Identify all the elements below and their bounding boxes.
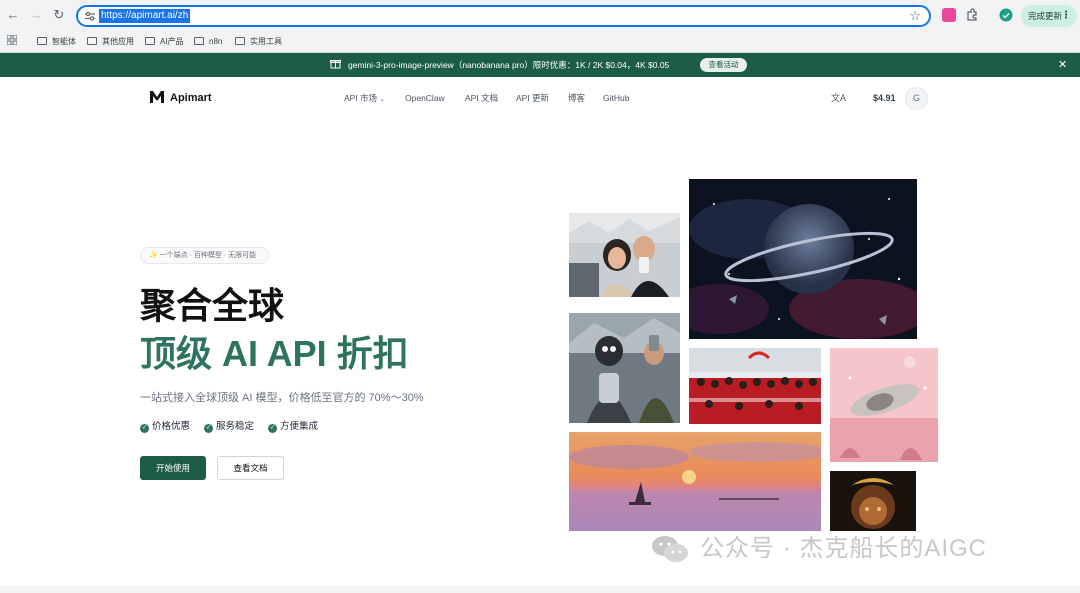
- gallery-image-monkey-king: [830, 471, 916, 531]
- hero-title-highlight: 顶级 AI API 折扣: [140, 333, 409, 374]
- update-button[interactable]: 完成更新 ⋮: [1021, 5, 1077, 27]
- apps-grid-icon[interactable]: [7, 35, 17, 45]
- gallery-image-planet: [689, 179, 917, 339]
- feature-stability: ✓ 服务稳定: [204, 421, 255, 433]
- feature-integration: ✓ 方便集成: [268, 421, 319, 433]
- check-circle-icon: ✓: [204, 424, 213, 433]
- chevron-down-icon: ⌄: [379, 97, 385, 103]
- bookmark-star-icon[interactable]: ☆: [909, 8, 921, 24]
- account-balance[interactable]: $4.91: [873, 92, 896, 104]
- feature-price: ✓ 价格优惠: [140, 421, 191, 433]
- bookmark-folder-tools[interactable]: 实用工具: [235, 35, 282, 49]
- nav-api-docs[interactable]: API 文档: [465, 92, 498, 104]
- view-docs-button[interactable]: 查看文档: [217, 456, 284, 480]
- logo-icon[interactable]: [149, 90, 165, 104]
- site-settings-icon[interactable]: [84, 10, 96, 22]
- translate-icon[interactable]: 文A: [831, 92, 846, 104]
- promo-banner: gemini-3-pro-image-preview（nanobanana pr…: [0, 53, 1080, 77]
- bookmarks-bar: 智能体 其他应用 AI产品 n8n 实用工具: [0, 31, 1080, 53]
- banner-text: gemini-3-pro-image-preview（nanobanana pr…: [348, 60, 670, 70]
- bookmark-folder-n8n[interactable]: n8n: [194, 35, 222, 49]
- folder-icon: [37, 36, 47, 45]
- address-bar[interactable]: https://apimart.ai/zh ☆: [76, 5, 931, 27]
- nav-github[interactable]: GitHub: [603, 92, 629, 104]
- nav-blog[interactable]: 博客: [568, 92, 585, 104]
- view-promo-button[interactable]: 查看活动: [700, 58, 747, 72]
- gift-icon: [330, 60, 341, 69]
- get-started-button[interactable]: 开始使用: [140, 456, 206, 480]
- folder-icon: [145, 36, 155, 45]
- extension-icon[interactable]: [942, 8, 956, 22]
- check-circle-icon: ✓: [268, 424, 277, 433]
- nav-openclaw[interactable]: OpenClaw: [405, 92, 445, 104]
- back-arrow-icon[interactable]: ←: [5, 7, 21, 23]
- logo-text[interactable]: Apimart: [170, 91, 212, 105]
- gallery-image-crowd: [689, 348, 821, 424]
- hero-title: 聚合全球: [140, 285, 285, 326]
- bookmark-folder-agents[interactable]: 智能体: [37, 35, 76, 49]
- gallery-image-sunset-painting: [569, 432, 821, 531]
- close-icon[interactable]: ✕: [1058, 58, 1067, 72]
- hero-subtitle: 一站式接入全球顶级 AI 模型，价格低至官方的 70%～30%: [140, 392, 424, 404]
- tagline-badge: ✨ 一个端点 · 百种模型 · 无限可能: [140, 247, 269, 264]
- folder-icon: [87, 36, 97, 45]
- gallery-image-robot: [569, 313, 680, 423]
- check-circle-icon: ✓: [140, 424, 149, 433]
- nav-api-market[interactable]: API 市场 ⌄: [344, 92, 384, 106]
- puzzle-extensions-icon[interactable]: [965, 8, 979, 22]
- update-label: 完成更新: [1028, 11, 1063, 21]
- profile-icon[interactable]: [999, 8, 1013, 22]
- gallery-image-spaceship: [830, 348, 938, 462]
- forward-arrow-icon[interactable]: →: [28, 7, 44, 23]
- wechat-icon: [652, 536, 688, 562]
- page-bottom-edge: [0, 586, 1080, 593]
- folder-icon: [194, 36, 204, 45]
- bookmark-folder-ai-products[interactable]: AI产品: [145, 35, 184, 49]
- gallery-image-selfie: [569, 213, 680, 297]
- menu-kebab-icon: ⋮: [1061, 10, 1071, 21]
- watermark-text: 公众号 · 杰克船长的AIGC: [700, 535, 988, 562]
- bookmark-folder-other-apps[interactable]: 其他应用: [87, 35, 134, 49]
- folder-icon: [235, 36, 245, 45]
- reload-icon[interactable]: ↻: [51, 7, 67, 23]
- url-text[interactable]: https://apimart.ai/zh: [99, 9, 191, 23]
- avatar[interactable]: G: [905, 87, 928, 110]
- nav-api-updates[interactable]: API 更新: [516, 92, 549, 104]
- browser-toolbar: ← → ↻ https://apimart.ai/zh ☆ 完成更新 ⋮: [0, 0, 1080, 31]
